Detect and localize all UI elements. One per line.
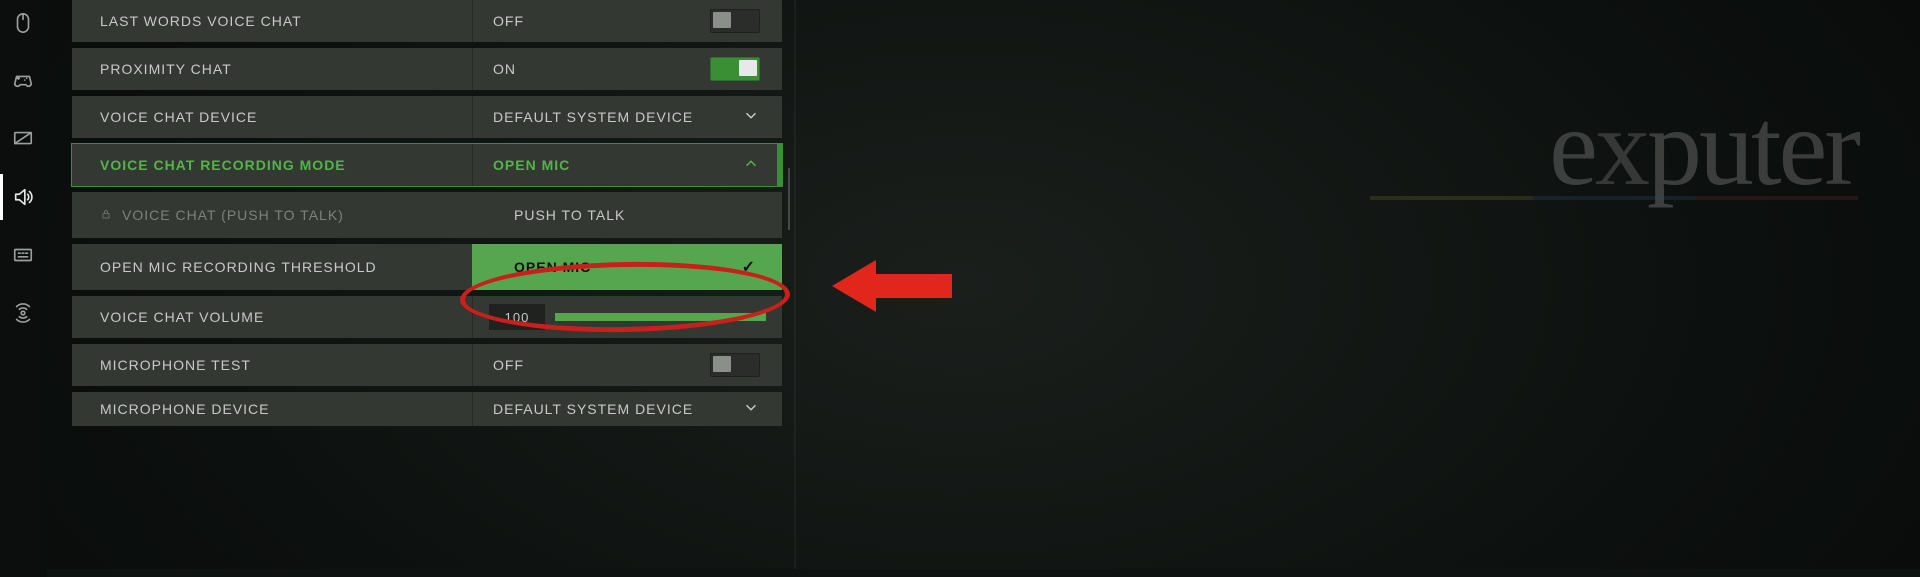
setting-value: OFF [493,13,524,29]
setting-label: VOICE CHAT RECORDING MODE [72,144,472,186]
scrollbar[interactable] [794,0,796,569]
watermark-logo: exputer [1549,92,1858,202]
setting-value: OPEN MIC [493,157,570,173]
sidebar-item-controller[interactable] [0,66,46,96]
annotation-arrow-icon [832,256,952,316]
setting-label: VOICE CHAT (PUSH TO TALK) [122,207,344,223]
setting-label: VOICE CHAT VOLUME [72,296,472,338]
setting-value: OFF [493,357,524,373]
sidebar-item-mouse[interactable] [0,8,46,38]
sidebar-item-display[interactable] [0,124,46,154]
dropdown-option-push-to-talk[interactable]: PUSH TO TALK [472,192,782,238]
volume-slider[interactable] [555,313,766,321]
keyboard-icon [12,244,34,266]
toggle-switch[interactable] [710,353,760,377]
toggle-switch[interactable] [710,9,760,33]
dropdown-option-open-mic[interactable]: OPEN MIC [472,244,782,290]
watermark-underline [1370,196,1858,202]
setting-label: LAST WORDS VOICE CHAT [72,0,472,42]
settings-panel: LAST WORDS VOICE CHAT OFF PROXIMITY CHAT… [72,0,782,426]
setting-voice-chat-recording-mode[interactable]: VOICE CHAT RECORDING MODE OPEN MIC [72,144,782,186]
sidebar-item-audio[interactable] [0,182,46,212]
lock-icon [100,207,112,223]
setting-value: ON [493,61,516,77]
sidebar [0,0,47,577]
chevron-down-icon [742,107,760,128]
option-label: PUSH TO TALK [514,207,625,223]
chevron-down-icon [742,399,760,420]
chevron-up-icon [742,155,760,176]
setting-label: OPEN MIC RECORDING THRESHOLD [72,244,472,290]
setting-voice-chat-volume[interactable]: VOICE CHAT VOLUME 100 [72,296,782,338]
display-icon [12,128,34,150]
setting-label: MICROPHONE TEST [72,344,472,386]
sidebar-item-keyboard[interactable] [0,240,46,270]
setting-proximity-chat[interactable]: PROXIMITY CHAT ON [72,48,782,90]
audio-icon [12,186,34,208]
setting-label: PROXIMITY CHAT [72,48,472,90]
network-icon [12,302,34,324]
setting-value: DEFAULT SYSTEM DEVICE [493,401,693,417]
mouse-icon [12,12,34,34]
slider-value: 100 [489,304,545,330]
setting-microphone-test[interactable]: MICROPHONE TEST OFF [72,344,782,386]
sidebar-item-network[interactable] [0,298,46,328]
setting-voice-chat-device[interactable]: VOICE CHAT DEVICE DEFAULT SYSTEM DEVICE [72,96,782,138]
toggle-switch[interactable] [710,57,760,81]
setting-microphone-device[interactable]: MICROPHONE DEVICE DEFAULT SYSTEM DEVICE [72,392,782,426]
option-label: OPEN MIC [514,259,591,275]
controller-icon [12,70,34,92]
setting-label: MICROPHONE DEVICE [72,392,472,426]
setting-label: VOICE CHAT DEVICE [72,96,472,138]
setting-last-words-voice-chat[interactable]: LAST WORDS VOICE CHAT OFF [72,0,782,42]
setting-value: DEFAULT SYSTEM DEVICE [493,109,693,125]
